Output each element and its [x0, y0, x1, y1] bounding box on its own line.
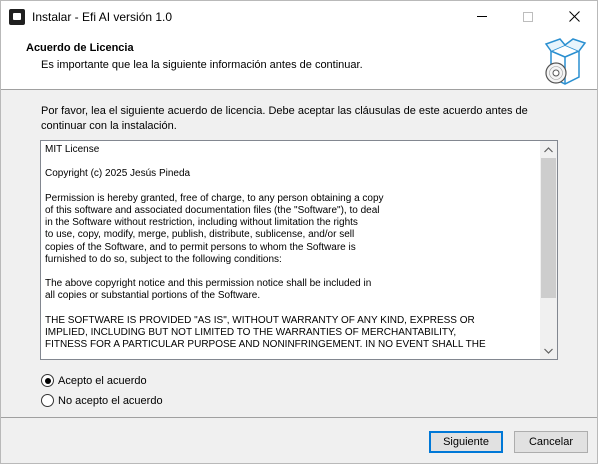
cancel-button[interactable]: Cancelar: [514, 431, 588, 453]
reject-label[interactable]: No acepto el acuerdo: [58, 395, 163, 407]
chevron-down-icon: [544, 348, 553, 354]
minimize-button[interactable]: [459, 1, 505, 32]
maximize-icon: [523, 11, 533, 22]
title-bar[interactable]: Instalar - Efi AI versión 1.0: [1, 1, 597, 32]
page-subtitle: Es importante que lea la siguiente infor…: [41, 59, 363, 71]
close-icon: [568, 11, 580, 22]
accept-radio[interactable]: [41, 374, 54, 387]
footer-divider: [1, 417, 597, 418]
app-icon: [9, 9, 25, 25]
license-textarea[interactable]: MIT License Copyright (c) 2025 Jesús Pin…: [40, 140, 558, 360]
chevron-up-icon: [544, 146, 553, 152]
license-intro-text: Por favor, lea el siguiente acuerdo de l…: [41, 105, 528, 132]
minimize-icon: [477, 16, 487, 17]
next-button[interactable]: Siguiente: [429, 431, 503, 453]
wizard-header: Acuerdo de Licencia Es importante que le…: [1, 32, 597, 90]
scroll-up-button[interactable]: [540, 141, 557, 158]
license-text: MIT License Copyright (c) 2025 Jesús Pin…: [45, 144, 486, 351]
page-title: Acuerdo de Licencia: [26, 42, 134, 54]
installer-window: Instalar - Efi AI versión 1.0 Acuerdo de…: [0, 0, 598, 464]
scroll-thumb[interactable]: [541, 158, 556, 298]
accept-label[interactable]: Acepto el acuerdo: [58, 375, 147, 387]
installer-box-cd-icon: [544, 38, 587, 85]
reject-option[interactable]: No acepto el acuerdo: [41, 394, 163, 407]
license-scrollbar[interactable]: [540, 141, 557, 359]
close-button[interactable]: [551, 1, 597, 32]
reject-radio[interactable]: [41, 394, 54, 407]
maximize-button[interactable]: [505, 1, 551, 32]
window-title: Instalar - Efi AI versión 1.0: [32, 10, 173, 24]
scroll-down-button[interactable]: [540, 342, 557, 359]
accept-option[interactable]: Acepto el acuerdo: [41, 374, 147, 387]
